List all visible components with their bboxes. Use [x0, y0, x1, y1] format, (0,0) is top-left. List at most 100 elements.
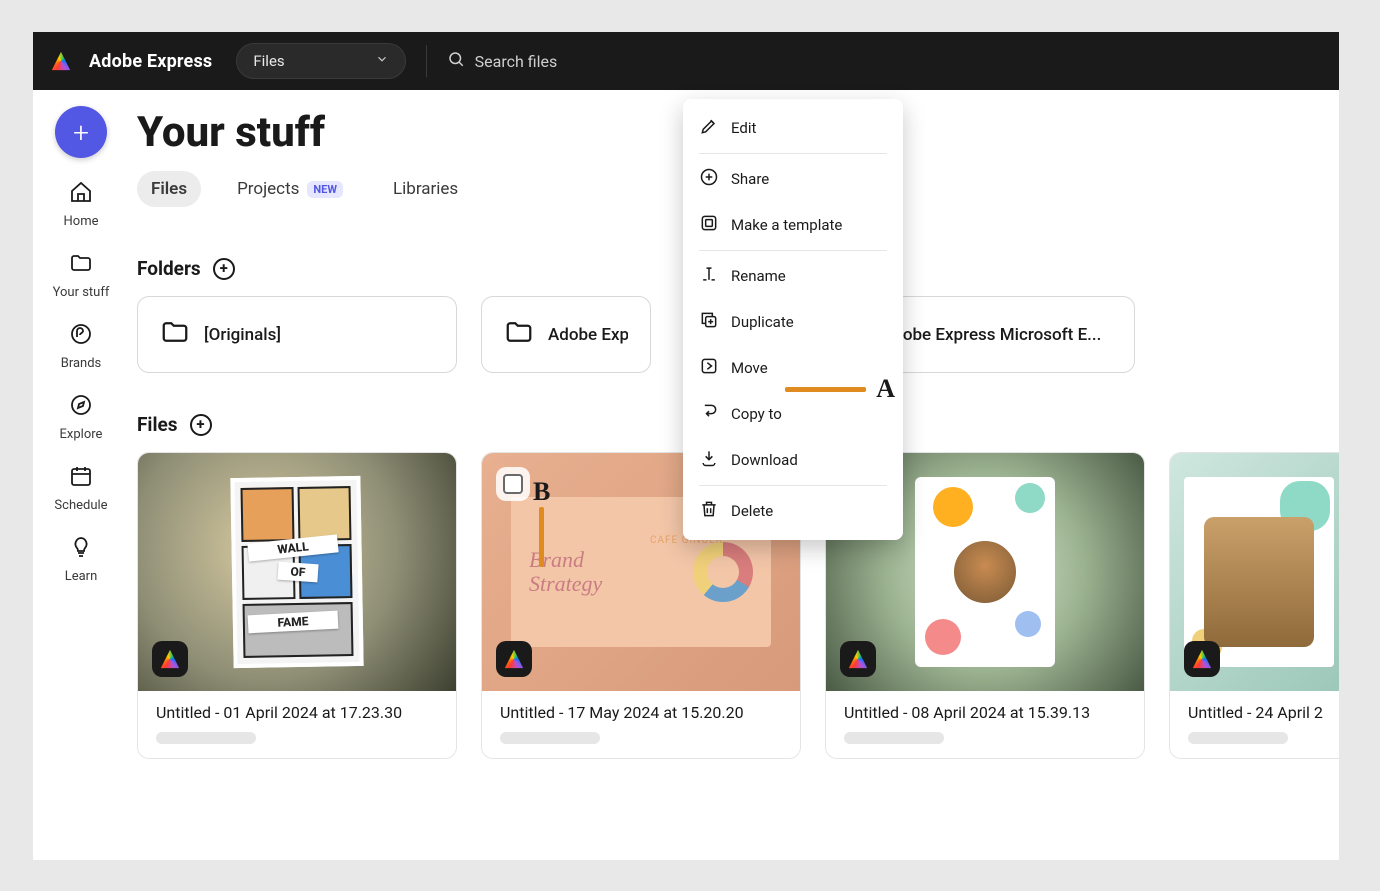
new-badge: NEW: [307, 181, 343, 198]
menu-item-rename[interactable]: Rename: [683, 253, 903, 299]
lightbulb-icon: [69, 535, 93, 563]
menu-item-label: Copy to: [731, 405, 782, 423]
adobe-express-badge-icon: [840, 641, 876, 677]
share-icon: [699, 167, 719, 191]
sidebar-item-label: Brands: [61, 356, 102, 371]
meta-placeholder: [500, 732, 600, 744]
brand-icon: [69, 322, 93, 350]
search-icon: [447, 50, 465, 72]
duplicate-icon: [699, 310, 719, 334]
adobe-express-badge-icon: [1184, 641, 1220, 677]
menu-separator: [699, 250, 887, 251]
topbar: Adobe Express Files Search files: [33, 32, 1339, 90]
adobe-express-badge-icon: [152, 641, 188, 677]
file-card[interactable]: Untitled - 24 April 2: [1169, 452, 1339, 759]
tab-label: Files: [151, 179, 187, 199]
file-type-selector-label: Files: [253, 52, 284, 70]
menu-item-label: Share: [731, 170, 769, 188]
menu-item-delete[interactable]: Delete: [683, 488, 903, 534]
add-file-button[interactable]: +: [190, 414, 212, 436]
meta-placeholder: [1188, 732, 1288, 744]
tab-files[interactable]: Files: [137, 171, 201, 207]
file-thumbnail: WALL OF FAME: [138, 453, 456, 691]
menu-item-share[interactable]: Share: [683, 156, 903, 202]
folder-card[interactable]: Adobe Expre: [481, 296, 651, 373]
meta-placeholder: [844, 732, 944, 744]
folder-card[interactable]: [Originals]: [137, 296, 457, 373]
tab-libraries[interactable]: Libraries: [379, 171, 472, 207]
sidebar-item-label: Learn: [65, 569, 98, 584]
file-card[interactable]: WALL OF FAME Untitled - 01 April 2024 at…: [137, 452, 457, 759]
thumb1-text-of: OF: [277, 562, 318, 583]
annotation-b: B: [533, 477, 550, 567]
adobe-express-logo: [47, 47, 75, 75]
menu-item-edit[interactable]: Edit: [683, 105, 903, 151]
menu-separator: [699, 153, 887, 154]
menu-item-label: Make a template: [731, 216, 842, 234]
tab-label: Libraries: [393, 179, 458, 199]
menu-item-make-template[interactable]: Make a template: [683, 202, 903, 248]
copy-icon: [699, 402, 719, 426]
folders-heading-label: Folders: [137, 257, 201, 280]
meta-placeholder: [156, 732, 256, 744]
plus-icon: +: [73, 116, 89, 149]
menu-item-label: Delete: [731, 502, 773, 520]
menu-item-label: Move: [731, 359, 768, 377]
sidebar-item-label: Home: [64, 214, 99, 229]
menu-item-label: Duplicate: [731, 313, 794, 331]
annotation-a: A: [785, 378, 895, 400]
sidebar-item-explore[interactable]: Explore: [60, 393, 103, 442]
home-icon: [69, 180, 93, 208]
annotation-b-label: B: [533, 477, 550, 507]
search-input[interactable]: Search files: [447, 50, 558, 72]
sidebar-item-brands[interactable]: Brands: [61, 322, 102, 371]
sidebar-item-your-stuff[interactable]: Your stuff: [53, 251, 110, 300]
file-type-selector[interactable]: Files: [236, 43, 405, 79]
move-icon: [699, 356, 719, 380]
download-icon: [699, 448, 719, 472]
menu-item-download[interactable]: Download: [683, 437, 903, 483]
folder-name: [Originals]: [204, 325, 281, 345]
file-name: Untitled - 17 May 2024 at 15.20.20: [500, 703, 782, 722]
calendar-icon: [69, 464, 93, 492]
compass-icon: [69, 393, 93, 421]
rename-icon: [699, 264, 719, 288]
folder-icon: [160, 317, 190, 352]
tab-projects[interactable]: Projects NEW: [223, 171, 357, 207]
tab-label: Projects: [237, 179, 299, 199]
sidebar-item-home[interactable]: Home: [64, 180, 99, 229]
menu-item-label: Edit: [731, 119, 756, 137]
annotation-a-label: A: [876, 374, 895, 404]
context-menu: Edit Share Make a template Rename Duplic…: [683, 99, 903, 540]
search-placeholder: Search files: [475, 52, 558, 71]
files-heading-label: Files: [137, 413, 178, 436]
menu-item-duplicate[interactable]: Duplicate: [683, 299, 903, 345]
sidebar: + Home Your stuff Brands Explore: [33, 90, 129, 860]
donut-chart-icon: [693, 542, 753, 602]
trash-icon: [699, 499, 719, 523]
template-icon: [699, 213, 719, 237]
folder-name: Adobe Express Microsoft E...: [882, 325, 1101, 345]
file-thumbnail: [1170, 453, 1339, 691]
sidebar-item-label: Your stuff: [53, 285, 110, 300]
select-checkbox[interactable]: [496, 467, 530, 501]
add-folder-button[interactable]: +: [213, 258, 235, 280]
sidebar-item-schedule[interactable]: Schedule: [54, 464, 107, 513]
menu-item-label: Download: [731, 451, 798, 469]
folder-name: Adobe Expre: [548, 325, 628, 345]
folder-icon: [69, 251, 93, 279]
adobe-express-badge-icon: [496, 641, 532, 677]
file-name: Untitled - 08 April 2024 at 15.39.13: [844, 703, 1126, 722]
pencil-icon: [699, 116, 719, 140]
menu-separator: [699, 485, 887, 486]
menu-item-label: Rename: [731, 267, 786, 285]
sidebar-item-learn[interactable]: Learn: [65, 535, 98, 584]
new-button[interactable]: +: [55, 106, 107, 158]
file-name: Untitled - 24 April 2: [1188, 703, 1330, 722]
divider: [426, 45, 427, 77]
app-title: Adobe Express: [89, 51, 212, 72]
folder-icon: [504, 317, 534, 352]
sidebar-item-label: Explore: [60, 427, 103, 442]
file-name: Untitled - 01 April 2024 at 17.23.30: [156, 703, 438, 722]
sidebar-item-label: Schedule: [54, 498, 107, 513]
